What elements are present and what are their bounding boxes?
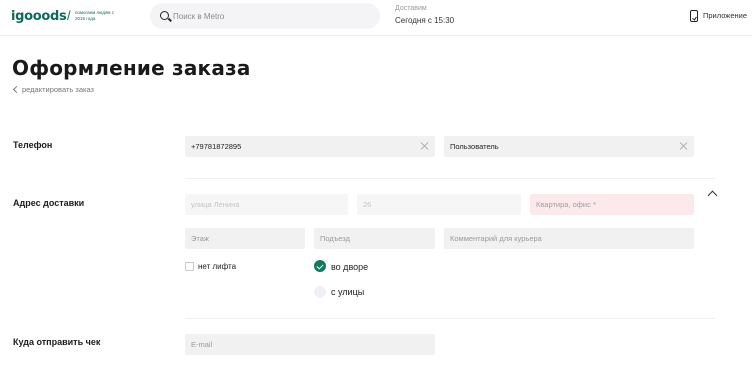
- email-input[interactable]: [185, 334, 435, 355]
- courier-comment-input[interactable]: [444, 228, 694, 249]
- address-section-label: Адрес доставки: [13, 198, 85, 208]
- phone-field[interactable]: [185, 136, 435, 157]
- floor-field[interactable]: [185, 228, 305, 249]
- name-input[interactable]: [444, 136, 694, 157]
- phone-icon: [690, 10, 698, 22]
- street-field[interactable]: [185, 194, 348, 215]
- apartment-input[interactable]: [530, 194, 694, 215]
- top-header: igooods / помогаем людям с 2015 года Дос…: [0, 0, 752, 36]
- courtyard-radio[interactable]: [314, 260, 326, 272]
- logo-slash: /: [67, 8, 71, 23]
- app-link-label: Приложение: [703, 11, 747, 20]
- courtyard-label: во дворе: [331, 262, 369, 272]
- courier-comment-field[interactable]: [444, 228, 694, 249]
- entrance-input[interactable]: [314, 228, 435, 249]
- page-title: Оформление заказа: [12, 56, 251, 80]
- search-bar[interactable]: [150, 3, 380, 29]
- receipt-section-label: Куда отправить чек: [13, 337, 101, 347]
- no-elevator-label: нет лифта: [198, 262, 237, 271]
- section-divider: [185, 178, 715, 179]
- phone-input[interactable]: [185, 136, 435, 157]
- house-input[interactable]: [357, 194, 521, 215]
- igooods-logo[interactable]: igooods: [11, 9, 67, 24]
- section-divider: [185, 318, 715, 319]
- chevron-up-icon[interactable]: [707, 190, 718, 201]
- clear-name-icon[interactable]: [679, 142, 687, 150]
- street-entry-radio[interactable]: [314, 286, 326, 298]
- phone-section-label: Телефон: [13, 140, 53, 150]
- email-field[interactable]: [185, 334, 435, 355]
- delivery-time[interactable]: Сегодня с 15:30: [395, 16, 454, 25]
- delivery-label: Доставим: [395, 5, 427, 12]
- logo-tagline: помогаем людям с 2015 года: [75, 10, 114, 21]
- no-elevator-checkbox[interactable]: [185, 262, 194, 271]
- name-field[interactable]: [444, 136, 694, 157]
- search-icon: [160, 11, 169, 20]
- search-input[interactable]: [173, 3, 373, 29]
- street-entry-label: с улицы: [331, 287, 365, 297]
- clear-phone-icon[interactable]: [420, 142, 428, 150]
- edit-order-link[interactable]: редактировать заказ: [12, 85, 94, 94]
- street-input[interactable]: [185, 194, 348, 215]
- apartment-field[interactable]: [530, 194, 694, 215]
- chevron-left-icon: [12, 85, 21, 94]
- edit-order-label: редактировать заказ: [22, 85, 94, 94]
- entrance-field[interactable]: [314, 228, 435, 249]
- house-field[interactable]: [357, 194, 521, 215]
- floor-input[interactable]: [185, 228, 305, 249]
